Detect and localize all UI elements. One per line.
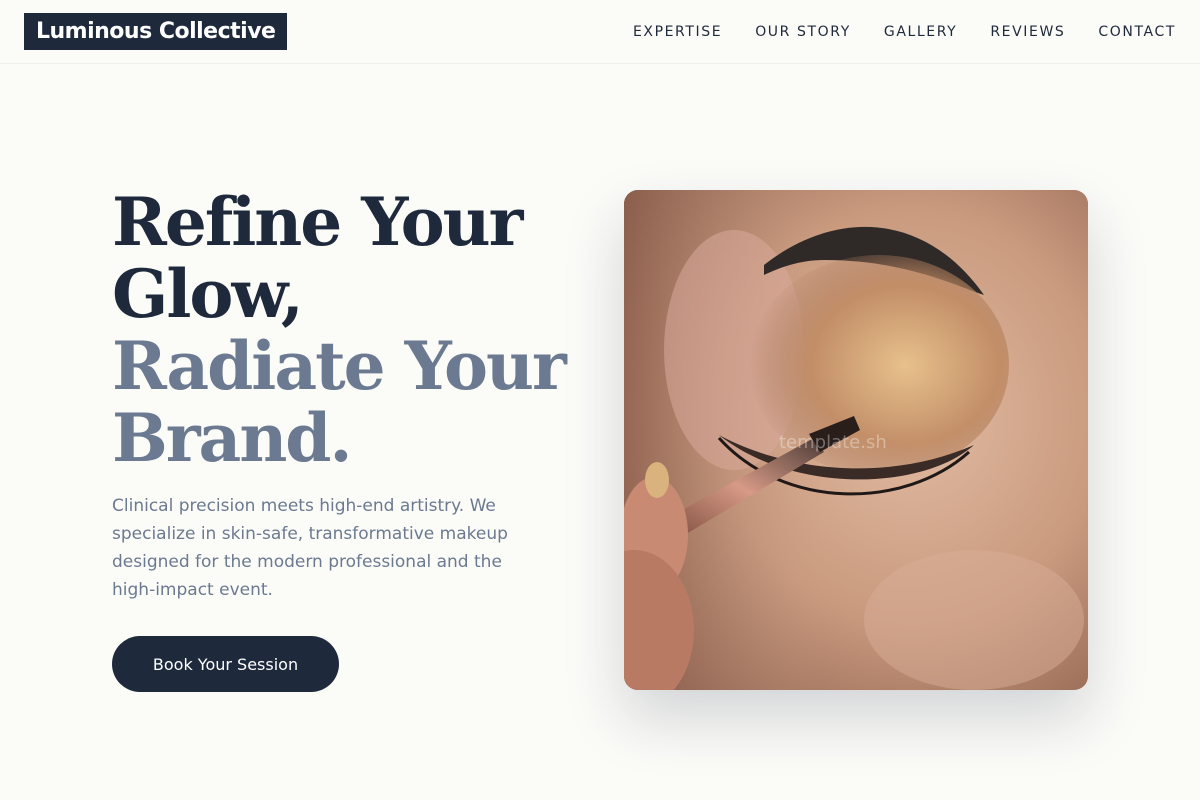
- headline-line-3: Radiate Your: [112, 327, 567, 405]
- hero-content: Refine Your Glow, Radiate Your Brand. Cl…: [112, 186, 572, 692]
- nav-link-contact[interactable]: CONTACT: [1098, 24, 1176, 40]
- nav-link-our-story[interactable]: OUR STORY: [755, 24, 851, 40]
- nav-link-reviews[interactable]: REVIEWS: [990, 24, 1065, 40]
- book-session-button[interactable]: Book Your Session: [112, 636, 339, 692]
- headline-line-1: Refine Your: [112, 183, 523, 261]
- brand-logo[interactable]: Luminous Collective: [24, 13, 288, 50]
- nav-links: EXPERTISE OUR STORY GALLERY REVIEWS CONT…: [633, 24, 1176, 40]
- headline-line-4: Brand.: [112, 399, 352, 477]
- makeup-photo-illustration: template.sh: [624, 190, 1088, 690]
- image-watermark: template.sh: [779, 432, 887, 453]
- top-navigation: Luminous Collective EXPERTISE OUR STORY …: [0, 0, 1200, 64]
- hero-description: Clinical precision meets high-end artist…: [112, 496, 508, 600]
- nav-link-gallery[interactable]: GALLERY: [884, 24, 957, 40]
- nav-link-expertise[interactable]: EXPERTISE: [633, 24, 722, 40]
- hero-image-makeup-application: template.sh: [624, 190, 1088, 690]
- hero-headline: Refine Your Glow, Radiate Your Brand.: [112, 186, 572, 474]
- headline-line-2: Glow,: [112, 255, 304, 333]
